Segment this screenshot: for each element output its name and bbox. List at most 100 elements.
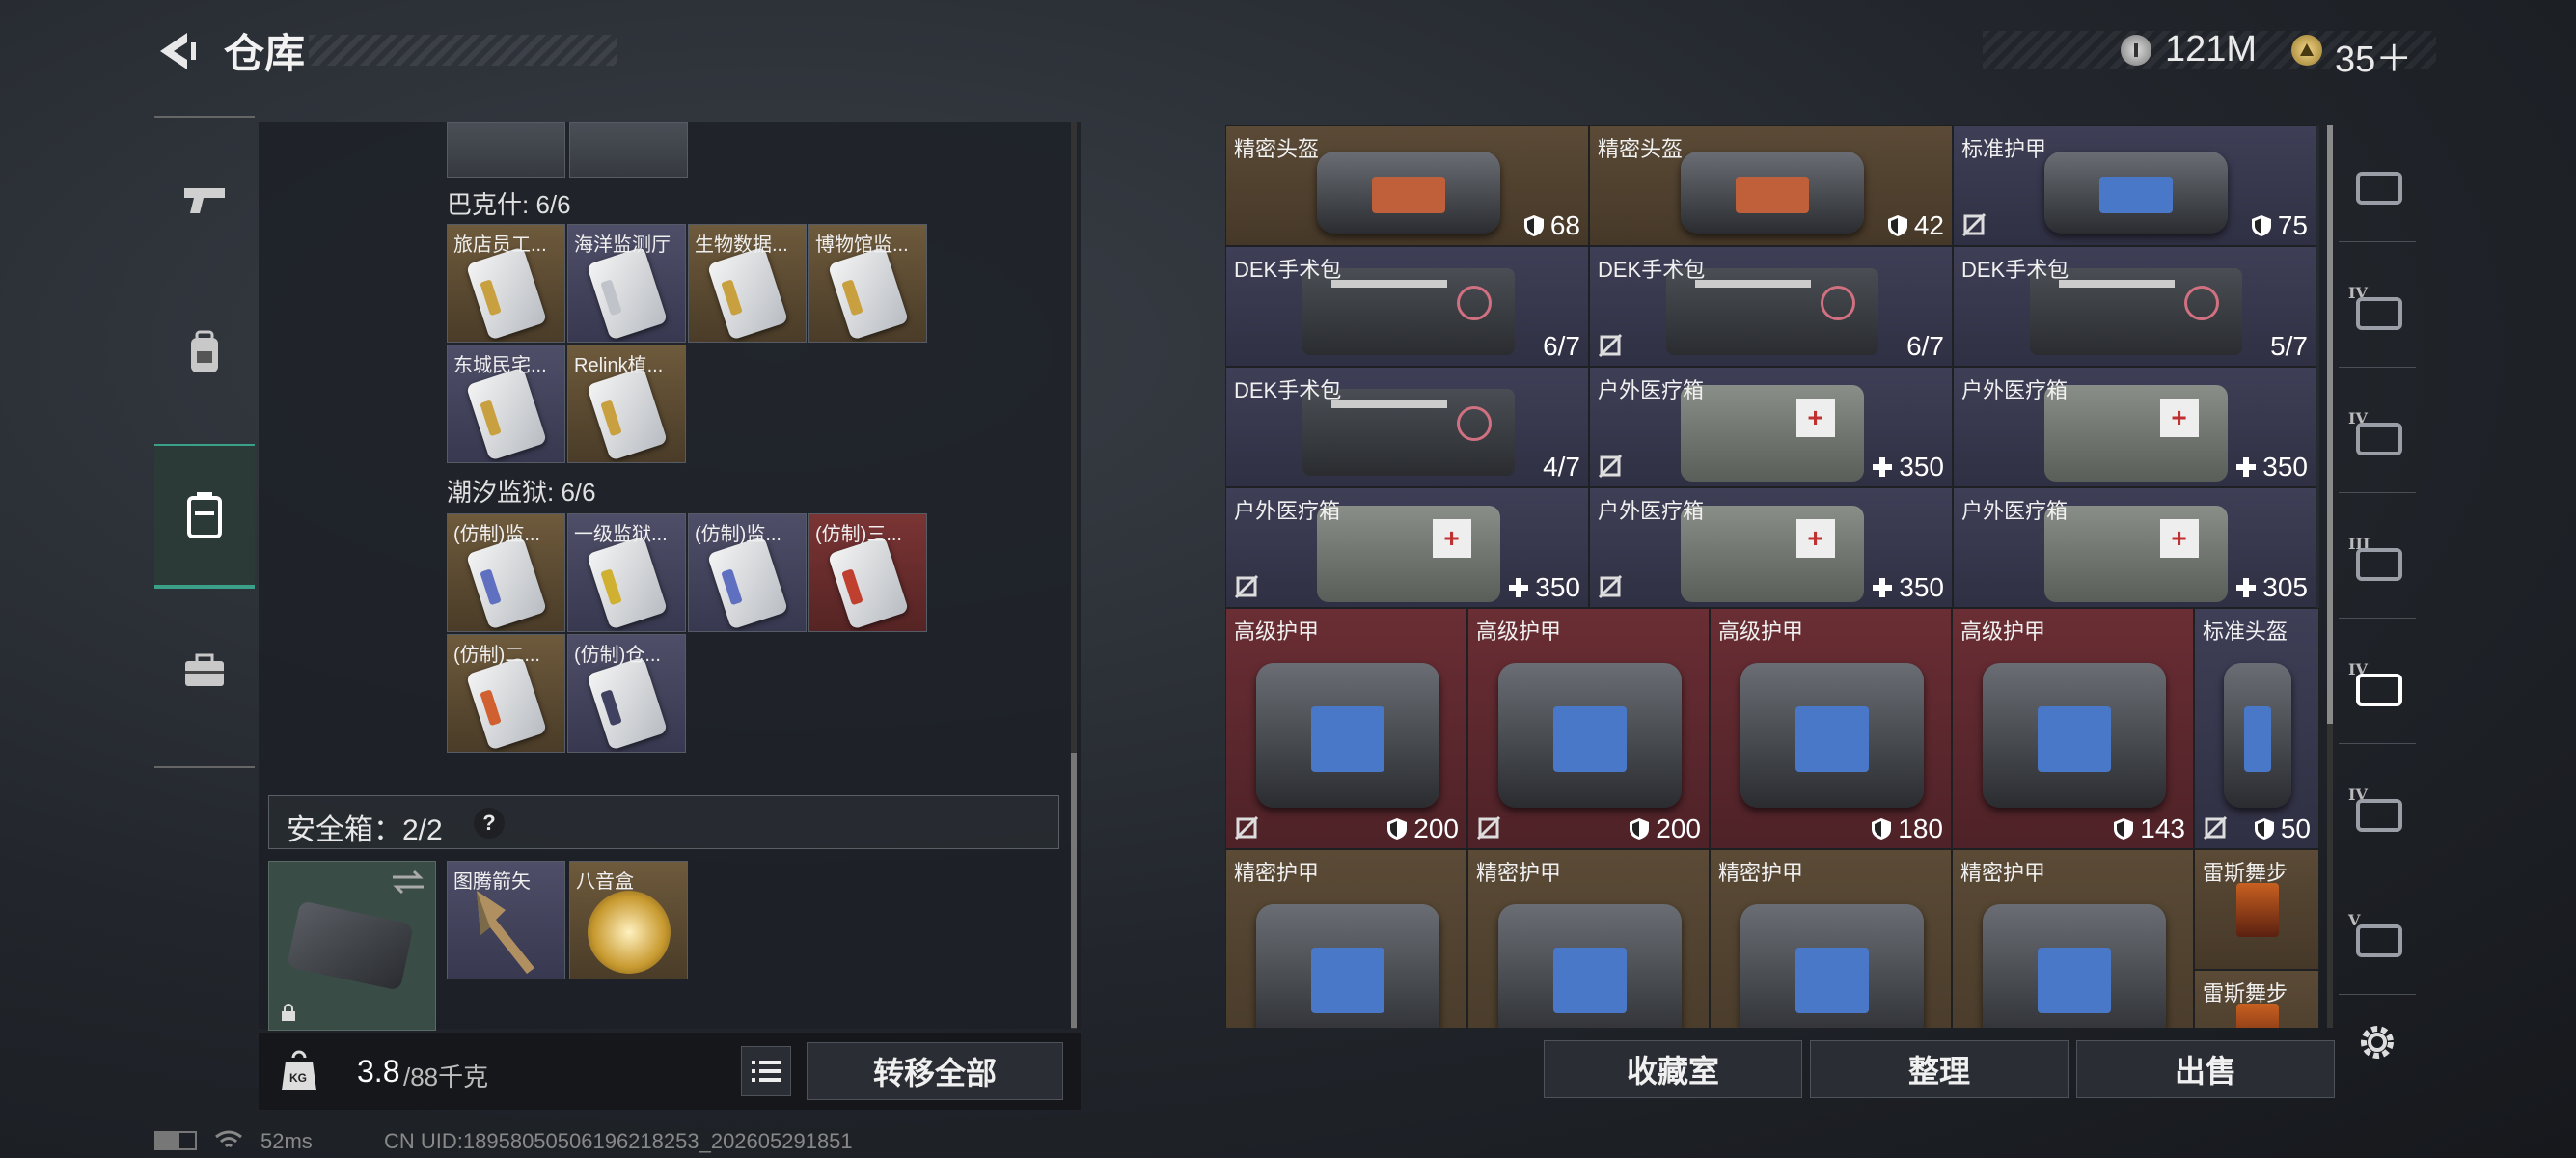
item-name: 标准头盔 xyxy=(2203,620,2288,644)
slot-filter-1[interactable]: IV xyxy=(2339,251,2416,368)
slot-filter-3[interactable]: III xyxy=(2339,502,2416,619)
stash-item[interactable]: + 户外医疗箱 350 xyxy=(1589,487,1953,608)
stash-item[interactable]: DEK手术包 5/7 xyxy=(1953,246,2316,367)
keycard-item[interactable]: Relink植... xyxy=(567,345,686,463)
nav-containers[interactable] xyxy=(154,444,255,589)
item-name: Relink植... xyxy=(574,355,664,376)
stash-item[interactable]: + 户外医疗箱 350 xyxy=(1225,487,1589,608)
organize-button[interactable]: 整理 xyxy=(1810,1040,2069,1098)
slot-filter-2[interactable]: IV xyxy=(2339,376,2416,493)
stash-item[interactable]: 高级护甲 143 xyxy=(1952,608,2194,849)
keycard-stripe xyxy=(600,279,622,317)
stash-item[interactable]: 精密头盔 68 xyxy=(1225,125,1589,246)
stash-item[interactable]: 标准头盔 50 xyxy=(2194,608,2319,849)
stash-item[interactable]: 精密护甲 xyxy=(1467,849,1710,1028)
stash-item[interactable]: 雷斯舞步 xyxy=(2194,970,2319,1028)
no-transfer-icon xyxy=(2203,815,2228,841)
shield-icon xyxy=(1872,818,1892,840)
keycard-item[interactable]: 一级监狱... xyxy=(567,513,686,632)
no-transfer-icon xyxy=(1234,815,1259,841)
item-name: 精密护甲 xyxy=(1476,861,1562,885)
right-scrollbar-thumb[interactable] xyxy=(2327,125,2333,724)
armor-image xyxy=(1680,152,1864,234)
sell-button[interactable]: 出售 xyxy=(2076,1040,2335,1098)
settings-button[interactable] xyxy=(2356,1021,2398,1063)
back-button[interactable] xyxy=(152,27,201,75)
keycard-item[interactable]: 生物数据... xyxy=(688,224,807,343)
slot-filter-0[interactable] xyxy=(2339,125,2416,242)
item-value-text: 200 xyxy=(1413,813,1459,843)
uid-text: CN UID:18958050506196218253_202605291851 xyxy=(384,1129,853,1153)
ping-text: 52ms xyxy=(260,1129,313,1153)
slot-filter-5[interactable]: IV xyxy=(2339,753,2416,869)
help-button[interactable]: ? xyxy=(474,808,505,839)
nav-weapons[interactable] xyxy=(154,127,255,272)
gun-icon xyxy=(184,188,225,213)
item-name: 高级护甲 xyxy=(1476,620,1562,644)
stash-item[interactable]: 雷斯舞步 xyxy=(2194,849,2319,970)
stash-item[interactable]: + 户外医疗箱 350 xyxy=(1953,367,2316,487)
stash-item[interactable]: 精密护甲 xyxy=(1225,849,1467,1028)
swap-icon[interactable] xyxy=(389,868,427,896)
nav-tools[interactable] xyxy=(154,598,255,743)
slot-filter-4[interactable]: IV xyxy=(2339,627,2416,744)
stash-item[interactable]: 精密头盔 42 xyxy=(1589,125,1953,246)
keycard-item[interactable]: (仿制)监... xyxy=(447,513,565,632)
stash-item[interactable]: 高级护甲 200 xyxy=(1467,608,1710,849)
shield-icon xyxy=(2114,818,2134,840)
stash-item[interactable]: 精密护甲 xyxy=(1952,849,2194,1028)
stash-item[interactable]: DEK手术包 6/7 xyxy=(1225,246,1589,367)
item-name: 高级护甲 xyxy=(1960,620,2046,644)
keycard-item[interactable]: (仿制)二... xyxy=(447,634,565,753)
item-value-text: 5/7 xyxy=(2270,331,2308,361)
item-value: 143 xyxy=(2113,813,2185,844)
premium-currency[interactable]: 35＋ xyxy=(2335,29,2412,82)
stash-item[interactable]: DEK手术包 4/7 xyxy=(1225,367,1589,487)
stash-item[interactable]: 精密护甲 xyxy=(1710,849,1952,1028)
item-name: 精密护甲 xyxy=(1234,861,1320,885)
item-value-text: 68 xyxy=(1549,210,1580,240)
stash-grid[interactable]: 精密头盔 68 精密头盔 42 标准护甲 75 DEK手术包 6/7 DEK手术包 6/7 DEK手… xyxy=(1225,125,2319,1028)
keycard-stripe xyxy=(600,689,622,727)
keycard-item[interactable]: 博物馆监... xyxy=(808,224,927,343)
stash-item[interactable]: 高级护甲 200 xyxy=(1225,608,1467,849)
safe-box-slot[interactable] xyxy=(268,861,436,1031)
item-name: DEK手术包 xyxy=(1234,378,1342,402)
nav-equipment[interactable] xyxy=(154,280,255,425)
collection-room-button[interactable]: 收藏室 xyxy=(1544,1040,1802,1098)
shield-icon xyxy=(2254,818,2274,840)
medkit-slot-icon: IV xyxy=(2348,660,2406,710)
safe-item[interactable]: 八音盒 xyxy=(569,861,688,979)
stash-item[interactable]: 标准护甲 75 xyxy=(1953,125,2316,246)
no-transfer-icon xyxy=(1598,454,1623,479)
transfer-all-button[interactable]: 转移全部 xyxy=(807,1042,1063,1100)
stash-item[interactable]: DEK手术包 6/7 xyxy=(1589,246,1953,367)
item-cell-partial[interactable] xyxy=(569,122,688,178)
keycard-item[interactable]: (仿制)监... xyxy=(688,513,807,632)
list-view-button[interactable] xyxy=(741,1046,791,1096)
keycard-item[interactable]: (仿制)仓... xyxy=(567,634,686,753)
right-slot-nav: IV IV III IV IV V xyxy=(2339,125,2416,1042)
stash-item[interactable]: 高级护甲 180 xyxy=(1710,608,1952,849)
armor-image xyxy=(1982,904,2166,1028)
stash-item[interactable]: + 户外医疗箱 350 xyxy=(1589,367,1953,487)
keycard-item[interactable]: 海洋监测厅 xyxy=(567,224,686,343)
item-value-text: 6/7 xyxy=(1543,331,1580,361)
item-cell-partial[interactable] xyxy=(447,122,565,178)
keycard-icon xyxy=(706,536,789,630)
item-name: 旅店员工... xyxy=(453,234,547,256)
keycard-icon xyxy=(465,536,548,630)
keycard-item[interactable]: 旅店员工... xyxy=(447,224,565,343)
item-name: DEK手术包 xyxy=(1234,258,1342,282)
left-scrollbar-thumb[interactable] xyxy=(1071,753,1077,1028)
keycard-item[interactable]: (仿制)三... xyxy=(808,513,927,632)
safe-item[interactable]: 图腾箭矢 xyxy=(447,861,565,979)
stash-item[interactable]: + 户外医疗箱 305 xyxy=(1953,487,2316,608)
keycard-icon xyxy=(465,367,548,461)
slot-filter-6[interactable]: V xyxy=(2339,878,2416,995)
no-transfer-icon xyxy=(1961,212,1987,237)
medical-box-image: + xyxy=(2043,506,2228,602)
keycard-item[interactable]: 东城民宅... xyxy=(447,345,565,463)
keycard-stripe xyxy=(480,689,502,727)
armor-image xyxy=(2043,152,2228,234)
